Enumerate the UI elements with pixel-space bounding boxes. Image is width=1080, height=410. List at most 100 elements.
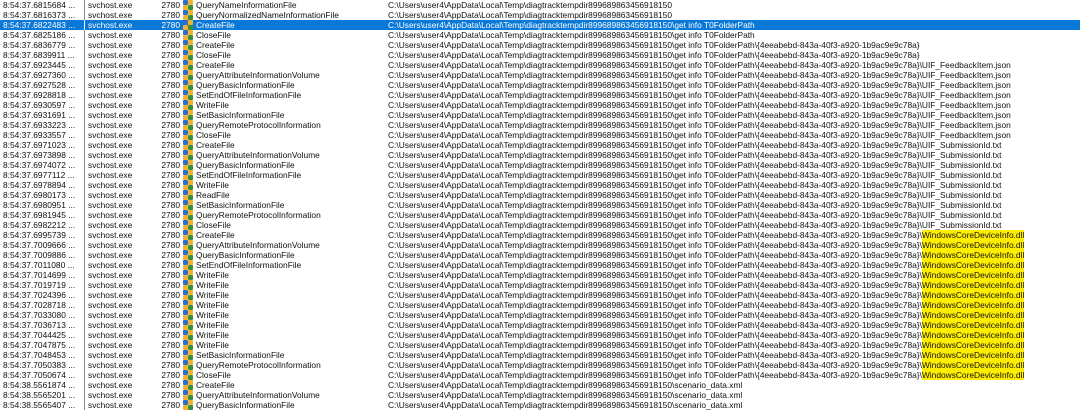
path-text: C:\Users\user4\AppData\Local\Temp\diagtr… [388, 50, 920, 60]
event-row[interactable]: 8:54:37.6927528 ... svchost.exe 2780 QueryB… [0, 80, 1080, 90]
event-row[interactable]: 8:54:37.6995739 ... svchost.exe 2780 Create… [0, 230, 1080, 240]
operation-cell: WriteFile [196, 270, 229, 280]
path-cell: C:\Users\user4\AppData\Local\Temp\diagtr… [388, 170, 1078, 180]
operation-gear-icon [183, 80, 194, 90]
event-row[interactable]: 8:54:37.6971023 ... svchost.exe 2780 Create… [0, 140, 1080, 150]
event-row[interactable]: 8:54:37.7019719 ... svchost.exe 2780 WriteF… [0, 280, 1080, 290]
event-row[interactable]: 8:54:37.7050674 ... svchost.exe 2780 CloseF… [0, 370, 1080, 380]
path-cell: C:\Users\user4\AppData\Local\Temp\diagtr… [388, 160, 1078, 170]
event-row[interactable]: 8:54:37.7048453 ... svchost.exe 2780 SetBas… [0, 350, 1080, 360]
event-row[interactable]: 8:54:37.6933557 ... svchost.exe 2780 CloseF… [0, 130, 1080, 140]
path-text: C:\Users\user4\AppData\Local\Temp\diagtr… [388, 200, 1002, 210]
column-divider [84, 220, 85, 230]
event-row[interactable]: 8:54:37.6974072 ... svchost.exe 2780 QueryB… [0, 160, 1080, 170]
event-row[interactable]: 8:54:37.6927360 ... svchost.exe 2780 QueryA… [0, 70, 1080, 80]
event-row[interactable]: 8:54:37.6815684 ... svchost.exe 2780 QueryN… [0, 0, 1080, 10]
event-row[interactable]: 8:54:37.6822483 ... svchost.exe 2780 Create… [0, 20, 1080, 30]
path-text: C:\Users\user4\AppData\Local\Temp\diagtr… [388, 360, 922, 370]
event-row[interactable]: 8:54:37.7009886 ... svchost.exe 2780 QueryB… [0, 250, 1080, 260]
event-row[interactable]: 8:54:38.5565201 ... svchost.exe 2780 QueryA… [0, 390, 1080, 400]
event-row[interactable]: 8:54:37.6980173 ... svchost.exe 2780 ReadFi… [0, 190, 1080, 200]
pid-cell: 2780 [161, 340, 180, 350]
pid-cell: 2780 [161, 50, 180, 60]
event-row[interactable]: 8:54:37.6930597 ... svchost.exe 2780 WriteF… [0, 100, 1080, 110]
event-row[interactable]: 8:54:37.6816373 ... svchost.exe 2780 QueryN… [0, 10, 1080, 20]
operation-cell: SetEndOfFileInformationFile [196, 90, 302, 100]
operation-gear-icon [183, 50, 194, 60]
pid-cell: 2780 [161, 100, 180, 110]
column-divider [84, 30, 85, 40]
event-row[interactable]: 8:54:37.6836779 ... svchost.exe 2780 Create… [0, 40, 1080, 50]
path-cell: C:\Users\user4\AppData\Local\Temp\diagtr… [388, 370, 1078, 380]
operation-gear-icon [183, 140, 194, 150]
path-text: C:\Users\user4\AppData\Local\Temp\diagtr… [388, 190, 1002, 200]
event-row[interactable]: 8:54:37.7024396 ... svchost.exe 2780 WriteF… [0, 290, 1080, 300]
path-cell: C:\Users\user4\AppData\Local\Temp\diagtr… [388, 210, 1078, 220]
event-row[interactable]: 8:54:37.6978894 ... svchost.exe 2780 WriteF… [0, 180, 1080, 190]
path-text: C:\Users\user4\AppData\Local\Temp\diagtr… [388, 390, 743, 400]
event-row[interactable]: 8:54:37.6933223 ... svchost.exe 2780 QueryR… [0, 120, 1080, 130]
event-row[interactable]: 8:54:37.6981945 ... svchost.exe 2780 QueryR… [0, 210, 1080, 220]
event-row[interactable]: 8:54:37.7014699 ... svchost.exe 2780 WriteF… [0, 270, 1080, 280]
time-of-day-cell: 8:54:37.6836779 ... [3, 40, 76, 50]
operation-cell: CloseFile [196, 50, 231, 60]
time-of-day-cell: 8:54:37.6927360 ... [3, 70, 76, 80]
operation-gear-icon [183, 330, 194, 340]
path-cell: C:\Users\user4\AppData\Local\Temp\diagtr… [388, 100, 1078, 110]
process-monitor-event-list[interactable]: 8:54:37.6815684 ... svchost.exe 2780 QueryN… [0, 0, 1080, 410]
operation-cell: SetEndOfFileInformationFile [196, 260, 302, 270]
path-text: C:\Users\user4\AppData\Local\Temp\diagtr… [388, 380, 743, 390]
highlighted-filename: WindowsCoreDeviceInfo.dll [921, 260, 1025, 270]
path-cell: C:\Users\user4\AppData\Local\Temp\diagtr… [388, 10, 1078, 20]
time-of-day-cell: 8:54:37.6815684 ... [3, 0, 76, 10]
path-cell: C:\Users\user4\AppData\Local\Temp\diagtr… [388, 40, 1078, 50]
event-row[interactable]: 8:54:38.5565407 ... svchost.exe 2780 QueryB… [0, 400, 1080, 410]
time-of-day-cell: 8:54:37.6825186 ... [3, 30, 76, 40]
operation-cell: QueryRemoteProtocolInformation [196, 360, 321, 370]
event-row[interactable]: 8:54:37.7044425 ... svchost.exe 2780 WriteF… [0, 330, 1080, 340]
pid-cell: 2780 [161, 400, 180, 410]
path-cell: C:\Users\user4\AppData\Local\Temp\diagtr… [388, 60, 1078, 70]
event-row[interactable]: 8:54:37.7036713 ... svchost.exe 2780 WriteF… [0, 320, 1080, 330]
pid-cell: 2780 [161, 250, 180, 260]
time-of-day-cell: 8:54:37.6978894 ... [3, 180, 76, 190]
event-row[interactable]: 8:54:37.7033080 ... svchost.exe 2780 WriteF… [0, 310, 1080, 320]
operation-gear-icon [183, 290, 194, 300]
pid-cell: 2780 [161, 300, 180, 310]
event-row[interactable]: 8:54:37.6973898 ... svchost.exe 2780 QueryA… [0, 150, 1080, 160]
column-divider [84, 40, 85, 50]
path-cell: C:\Users\user4\AppData\Local\Temp\diagtr… [388, 110, 1078, 120]
time-of-day-cell: 8:54:37.7047875 ... [3, 340, 76, 350]
time-of-day-cell: 8:54:37.6974072 ... [3, 160, 76, 170]
event-row[interactable]: 8:54:37.6982212 ... svchost.exe 2780 CloseF… [0, 220, 1080, 230]
path-text: C:\Users\user4\AppData\Local\Temp\diagtr… [388, 230, 922, 240]
operation-cell: CreateFile [196, 140, 235, 150]
event-row[interactable]: 8:54:37.7028718 ... svchost.exe 2780 WriteF… [0, 300, 1080, 310]
event-row[interactable]: 8:54:38.5561874 ... svchost.exe 2780 Create… [0, 380, 1080, 390]
event-row[interactable]: 8:54:37.6980951 ... svchost.exe 2780 SetBas… [0, 200, 1080, 210]
event-row[interactable]: 8:54:37.7009666 ... svchost.exe 2780 QueryA… [0, 240, 1080, 250]
time-of-day-cell: 8:54:37.6995739 ... [3, 230, 76, 240]
event-row[interactable]: 8:54:37.7011080 ... svchost.exe 2780 SetEnd… [0, 260, 1080, 270]
event-row[interactable]: 8:54:37.6977112 ... svchost.exe 2780 SetEnd… [0, 170, 1080, 180]
event-row[interactable]: 8:54:37.6923445 ... svchost.exe 2780 Create… [0, 60, 1080, 70]
event-row[interactable]: 8:54:37.6928818 ... svchost.exe 2780 SetEnd… [0, 90, 1080, 100]
event-row[interactable]: 8:54:37.7047875 ... svchost.exe 2780 WriteF… [0, 340, 1080, 350]
time-of-day-cell: 8:54:37.7036713 ... [3, 320, 76, 330]
path-cell: C:\Users\user4\AppData\Local\Temp\diagtr… [388, 320, 1078, 330]
time-of-day-cell: 8:54:37.6973898 ... [3, 150, 76, 160]
time-of-day-cell: 8:54:37.7019719 ... [3, 280, 76, 290]
column-divider [84, 70, 85, 80]
event-row[interactable]: 8:54:37.6825186 ... svchost.exe 2780 CloseF… [0, 30, 1080, 40]
pid-cell: 2780 [161, 160, 180, 170]
path-cell: C:\Users\user4\AppData\Local\Temp\diagtr… [388, 90, 1078, 100]
column-divider [84, 90, 85, 100]
operation-cell: CreateFile [196, 20, 235, 30]
event-row[interactable]: 8:54:37.6931691 ... svchost.exe 2780 SetBas… [0, 110, 1080, 120]
event-row[interactable]: 8:54:37.6839911 ... svchost.exe 2780 CloseF… [0, 50, 1080, 60]
pid-cell: 2780 [161, 120, 180, 130]
operation-cell: QueryNameInformationFile [196, 0, 297, 10]
operation-cell: QueryAttributeInformationVolume [196, 70, 320, 80]
highlighted-filename: WindowsCoreDeviceInfo.dll [921, 300, 1025, 310]
event-row[interactable]: 8:54:37.7050383 ... svchost.exe 2780 QueryR… [0, 360, 1080, 370]
